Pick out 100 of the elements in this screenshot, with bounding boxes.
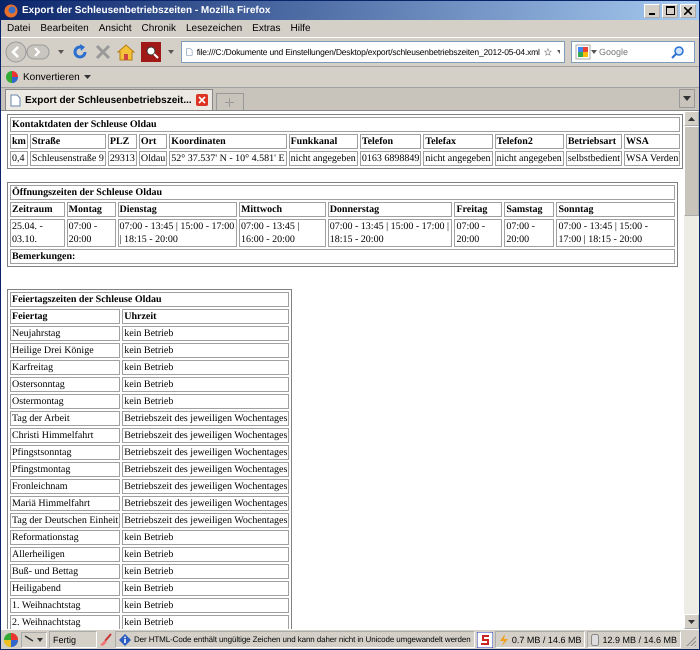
- table-cell: Betriebszeit des jeweiligen Wochentages: [122, 462, 290, 477]
- table-cell: Betriebszeit des jeweiligen Wochentages: [122, 445, 290, 460]
- lightning-icon: [498, 634, 509, 646]
- search-bar[interactable]: Google: [571, 41, 695, 63]
- menu-item[interactable]: Lesezeichen: [182, 23, 246, 34]
- dropdown-arrow-icon[interactable]: [556, 49, 560, 55]
- dropdown-arrow-icon[interactable]: [57, 49, 65, 55]
- globe-icon: [4, 4, 18, 18]
- column-header: Freitag: [454, 202, 502, 217]
- table-cell: kein Betrieb: [122, 360, 290, 375]
- table-cell: 07:00 - 20:00: [454, 219, 502, 247]
- column-header: Uhrzeit: [122, 309, 290, 324]
- menu-item[interactable]: Chronik: [138, 23, 180, 34]
- up-arrow-icon[interactable]: [688, 116, 695, 120]
- table-cell: Tag der Deutschen Einheit: [10, 513, 120, 528]
- menu-item[interactable]: Hilfe: [286, 23, 315, 34]
- table-cell: kein Betrieb: [122, 581, 290, 596]
- back-forward-button[interactable]: [5, 41, 51, 63]
- table-title: Kontaktdaten der Schleuse Oldau: [10, 117, 680, 132]
- table-cell: Oldau: [138, 151, 168, 166]
- column-header: Betriebsart: [566, 134, 622, 149]
- maximize-button[interactable]: [662, 4, 678, 18]
- table-title: Öffnungszeiten der Schleuse Oldau: [10, 185, 675, 200]
- close-tab-icon[interactable]: [196, 94, 208, 106]
- table-cell: 07:00 - 13:45 | 15:00 - 17:00 | 18:15 - 20:00: [328, 219, 452, 247]
- table-cell: 07:00 - 13:45 | 16:00 - 20:00: [238, 219, 326, 247]
- table-cell: nicht angegeben: [494, 151, 564, 166]
- home-icon[interactable]: [117, 44, 135, 60]
- minimize-button[interactable]: [644, 4, 660, 18]
- search-icon[interactable]: [671, 45, 685, 59]
- menu-item[interactable]: Extras: [248, 23, 284, 34]
- table-cell: Fronleichnam: [10, 479, 120, 494]
- dropdown-arrow-icon: [84, 74, 91, 80]
- address-bar[interactable]: file:///C:/Dokumente und Einstellungen/Desktop/export/schleusenbetriebszeiten_2012-05-04.xml: [181, 41, 565, 63]
- column-header: PLZ: [108, 134, 137, 149]
- menu-item[interactable]: Bearbeiten: [36, 23, 93, 34]
- pointer-icon: [24, 634, 44, 644]
- pointer-dropdown[interactable]: [21, 632, 47, 648]
- maximize-icon: [666, 6, 674, 15]
- scrollbar-thumb[interactable]: [684, 126, 699, 216]
- search-engine-icon[interactable]: [575, 44, 597, 60]
- table-cell: Christi Himmelfahrt: [10, 428, 120, 443]
- table-cell: Betriebszeit des jeweiligen Wochentages: [122, 411, 290, 426]
- table-cell: kein Betrieb: [122, 394, 290, 409]
- table-cell: Mariä Himmelfahrt: [10, 496, 120, 511]
- table-cell: 07:00 - 20:00: [66, 219, 116, 247]
- table-cell: 07:00 - 20:00: [504, 219, 554, 247]
- table-cell: 0,4: [10, 151, 28, 166]
- table-cell: 52° 37.537' N - 10° 4.581' E: [169, 151, 287, 166]
- table-cell: kein Betrieb: [122, 530, 290, 545]
- column-header: Montag: [66, 202, 116, 217]
- column-header: Straße: [30, 134, 106, 149]
- window-title: Export der Schleusenbetriebszeiten - Mozilla Firefox: [22, 5, 270, 16]
- column-header: Samstag: [504, 202, 554, 217]
- table-cell: Neujahrstag: [10, 326, 120, 341]
- menu-item[interactable]: Ansicht: [94, 23, 136, 34]
- table-cell: Reformationstag: [10, 530, 120, 545]
- page-icon: [10, 94, 21, 106]
- table-cell: Pfingstsonntag: [10, 445, 120, 460]
- table-cell: 25.04. - 03.10.: [10, 219, 65, 247]
- table-cell: Betriebszeit des jeweiligen Wochentages: [122, 428, 290, 443]
- close-icon: [684, 6, 692, 14]
- table-cell: Karfreitag: [10, 360, 120, 375]
- table-cell: 2. Weihnachtstag: [10, 615, 120, 629]
- close-button[interactable]: [680, 4, 696, 18]
- browser-tab[interactable]: Export der Schleusenbetriebszeit...: [5, 89, 213, 110]
- magnifier-icon[interactable]: [141, 42, 161, 62]
- down-arrow-icon[interactable]: [688, 620, 695, 624]
- reload-icon[interactable]: [71, 43, 89, 61]
- table-cell: 0163 6898849: [360, 151, 422, 166]
- table-cell: kein Betrieb: [122, 377, 290, 392]
- s-logo-icon[interactable]: [476, 632, 493, 648]
- memory-reading: 0.7 MB / 14.6 MB: [494, 631, 586, 648]
- cylinder-icon: [591, 634, 600, 646]
- minimize-icon: [649, 12, 655, 14]
- column-header: Zeitraum: [10, 202, 65, 217]
- table-cell: kein Betrieb: [122, 598, 290, 613]
- vertical-scrollbar[interactable]: [684, 111, 699, 629]
- table-cell: Betriebszeit des jeweiligen Wochentages: [122, 513, 290, 528]
- color-wheel-icon[interactable]: [3, 632, 19, 648]
- column-header: Sonntag: [556, 202, 675, 217]
- table-title: Feiertagszeiten der Schleuse Oldau: [10, 292, 290, 307]
- dropdown-arrow-icon[interactable]: [167, 49, 175, 55]
- menu-item[interactable]: Datei: [3, 23, 34, 34]
- table-cell: kein Betrieb: [122, 547, 290, 562]
- column-header: Ort: [138, 134, 168, 149]
- url-text: file:///C:/Dokumente und Einstellungen/Desktop/export/schleusenbetriebszeiten_2012-05-04.xml: [196, 47, 540, 57]
- tab-list-button[interactable]: [679, 89, 695, 108]
- table-cell: Heilige Drei Könige: [10, 343, 120, 358]
- table-cell: kein Betrieb: [122, 564, 290, 579]
- broom-icon[interactable]: [99, 632, 113, 646]
- remarks-label: Bemerkungen:: [10, 249, 675, 264]
- table-cell: Allerheiligen: [10, 547, 120, 562]
- table-cell: Ostersonntag: [10, 377, 120, 392]
- table-cell: nicht angegeben: [288, 151, 358, 166]
- column-header: WSA: [624, 134, 680, 149]
- table-cell: kein Betrieb: [122, 615, 290, 629]
- bookmark-button[interactable]: Konvertieren: [5, 70, 91, 84]
- table-cell: kein Betrieb: [122, 343, 290, 358]
- table-cell: Schleusenstraße 9: [30, 151, 106, 166]
